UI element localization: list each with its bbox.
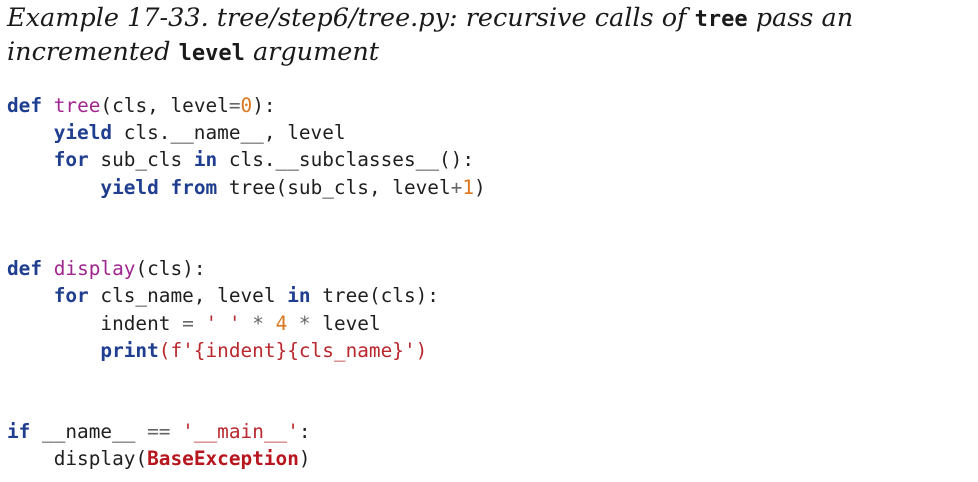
code-listing: def tree(cls, level=0): yield cls.__name… — [7, 92, 486, 473]
close-paren: ) — [474, 175, 486, 199]
function-name-tree: tree — [53, 94, 101, 117]
operator-plus: + — [450, 175, 463, 199]
number-one: 1 — [462, 175, 475, 199]
keyword-yield: yield — [100, 175, 159, 199]
code-line-9: indent = ' ' * 4 * level — [7, 310, 486, 337]
caption-code-tree: tree — [694, 7, 748, 32]
close-paren: ) — [298, 447, 311, 471]
operator-eqeq: == — [147, 420, 171, 444]
loop-variables: cls_name, level — [88, 284, 288, 308]
operator-mul: * — [298, 311, 311, 335]
caption-prefix: Example 17-33. tree/step6/tree.py: recur… — [7, 3, 695, 33]
keyword-in: in — [193, 148, 218, 172]
tree-params: (cls, level — [100, 94, 229, 117]
tree-call: tree — [217, 175, 276, 199]
keyword-yield: yield — [53, 121, 113, 145]
tree-params-close: ): — [252, 94, 276, 117]
display-call: display — [53, 447, 136, 471]
dunder-name: __name__ — [30, 420, 148, 444]
number-zero: 0 — [240, 94, 253, 117]
caption-suffix: argument — [244, 37, 380, 67]
display-params: (cls): — [135, 257, 206, 281]
example-caption: Example 17-33. tree/step6/tree.py: recur… — [7, 2, 967, 70]
yield-expression: cls.__name__, level — [112, 121, 346, 145]
code-line-1: def tree(cls, level=0): — [7, 92, 486, 119]
code-line-7: def display(cls): — [7, 255, 486, 282]
indent-variable: indent — [100, 311, 183, 335]
subclasses-call: cls.__subclasses__(): — [217, 148, 475, 172]
number-four: 4 — [263, 311, 299, 335]
space-string: ' ' — [193, 311, 253, 335]
code-line-10: print(f'{indent}{cls_name}') — [7, 337, 486, 364]
operator-mul: * — [252, 311, 264, 335]
code-line-13: if __name__ == '__main__': — [7, 418, 486, 445]
open-paren: ( — [135, 447, 148, 471]
code-line-3: for sub_cls in cls.__subclasses__(): — [7, 146, 486, 173]
f-string: (f'{indent}{cls_name}') — [158, 338, 428, 362]
code-line-2: yield cls.__name__, level — [7, 119, 486, 146]
operator-eq: = — [182, 311, 194, 335]
function-name-display: display — [53, 257, 136, 281]
colon: : — [298, 420, 311, 444]
level-variable: level — [310, 311, 381, 335]
code-line-4: yield from tree(sub_cls, level+1) — [7, 174, 486, 201]
code-line-14: display(BaseException) — [7, 445, 486, 472]
caption-code-level: level — [178, 41, 245, 66]
code-line-8: for cls_name, level in tree(cls): — [7, 282, 486, 309]
keyword-for: for — [53, 284, 89, 308]
builtin-print: print — [100, 338, 159, 362]
keyword-from: from — [170, 175, 218, 199]
keyword-def: def — [7, 94, 43, 117]
tree-call: tree — [310, 284, 369, 308]
operator-eq: = — [228, 94, 241, 117]
keyword-if: if — [7, 420, 31, 444]
keyword-def: def — [7, 257, 43, 281]
base-exception: BaseException — [147, 447, 299, 471]
keyword-for: for — [53, 148, 89, 172]
keyword-in: in — [287, 284, 311, 308]
tree-call-args: (cls): — [368, 284, 439, 308]
tree-call-args: (sub_cls, level — [275, 175, 451, 199]
main-string: '__main__' — [170, 420, 299, 444]
loop-variable: sub_cls — [88, 148, 194, 172]
